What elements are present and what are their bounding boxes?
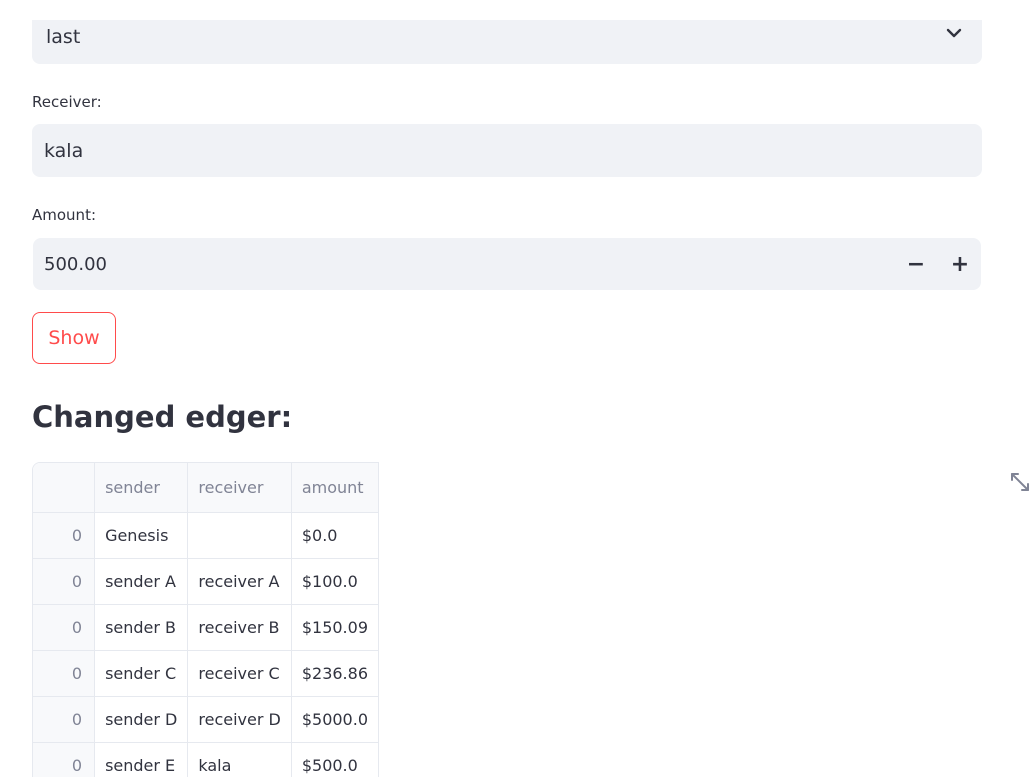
row-index[interactable]: 0 [33,512,96,559]
chevron-down-icon[interactable] [946,27,962,39]
table-row: 0 sender D receiver D $5000.0 [33,696,378,743]
cell-receiver[interactable]: receiver A [187,558,292,605]
increment-button[interactable]: + [939,238,981,290]
ledger-table[interactable]: sender receiver amount 0 Genesis $0.0 0 … [32,462,379,777]
table-row: 0 Genesis $0.0 [33,512,378,559]
table-header-row: sender receiver amount [33,463,378,513]
amount-label: Amount: [32,206,96,224]
cell-amount[interactable]: $500.0 [291,742,378,777]
decrement-button[interactable]: − [895,238,937,290]
row-index[interactable]: 0 [33,558,96,605]
cell-receiver[interactable]: kala [187,742,292,777]
cell-sender[interactable]: sender B [94,604,189,651]
receiver-label: Receiver: [32,93,102,111]
row-index[interactable]: 0 [33,650,96,697]
ledger-title: Changed edger: [32,400,293,434]
table-row: 0 sender A receiver A $100.0 [33,558,378,605]
cell-amount[interactable]: $0.0 [291,512,378,559]
cell-amount[interactable]: $236.86 [291,650,378,697]
receiver-input[interactable]: kala [32,124,982,177]
fullscreen-expand-icon[interactable] [1009,471,1031,493]
select-dropdown[interactable]: last [32,20,982,64]
cell-amount[interactable]: $5000.0 [291,696,378,743]
show-button[interactable]: Show [32,312,116,364]
column-header-sender[interactable]: sender [94,463,189,513]
select-value: last [46,26,81,48]
cell-sender[interactable]: sender A [94,558,189,605]
cell-receiver[interactable]: receiver B [187,604,292,651]
column-header-receiver[interactable]: receiver [187,463,292,513]
column-header-index[interactable] [33,463,96,513]
cell-sender[interactable]: Genesis [94,512,189,559]
cell-sender[interactable]: sender E [94,742,189,777]
cell-receiver[interactable]: receiver C [187,650,292,697]
table-row: 0 sender B receiver B $150.09 [33,604,378,651]
data-table: sender receiver amount 0 Genesis $0.0 0 … [33,463,378,777]
cell-sender[interactable]: sender C [94,650,189,697]
amount-input[interactable]: 500.00 − + [33,238,981,290]
cell-receiver[interactable]: receiver D [187,696,292,743]
cell-sender[interactable]: sender D [94,696,189,743]
row-index[interactable]: 0 [33,604,96,651]
row-index[interactable]: 0 [33,696,96,743]
table-row: 0 sender C receiver C $236.86 [33,650,378,697]
cell-amount[interactable]: $150.09 [291,604,378,651]
table-row: 0 sender E kala $500.0 [33,742,378,777]
cell-receiver[interactable] [187,512,292,559]
row-index[interactable]: 0 [33,742,96,777]
column-header-amount[interactable]: amount [291,463,378,513]
app-page: last Receiver: kala Amount: 500.00 − + S… [0,0,1035,777]
amount-value[interactable]: 500.00 [44,254,107,275]
cell-amount[interactable]: $100.0 [291,558,378,605]
